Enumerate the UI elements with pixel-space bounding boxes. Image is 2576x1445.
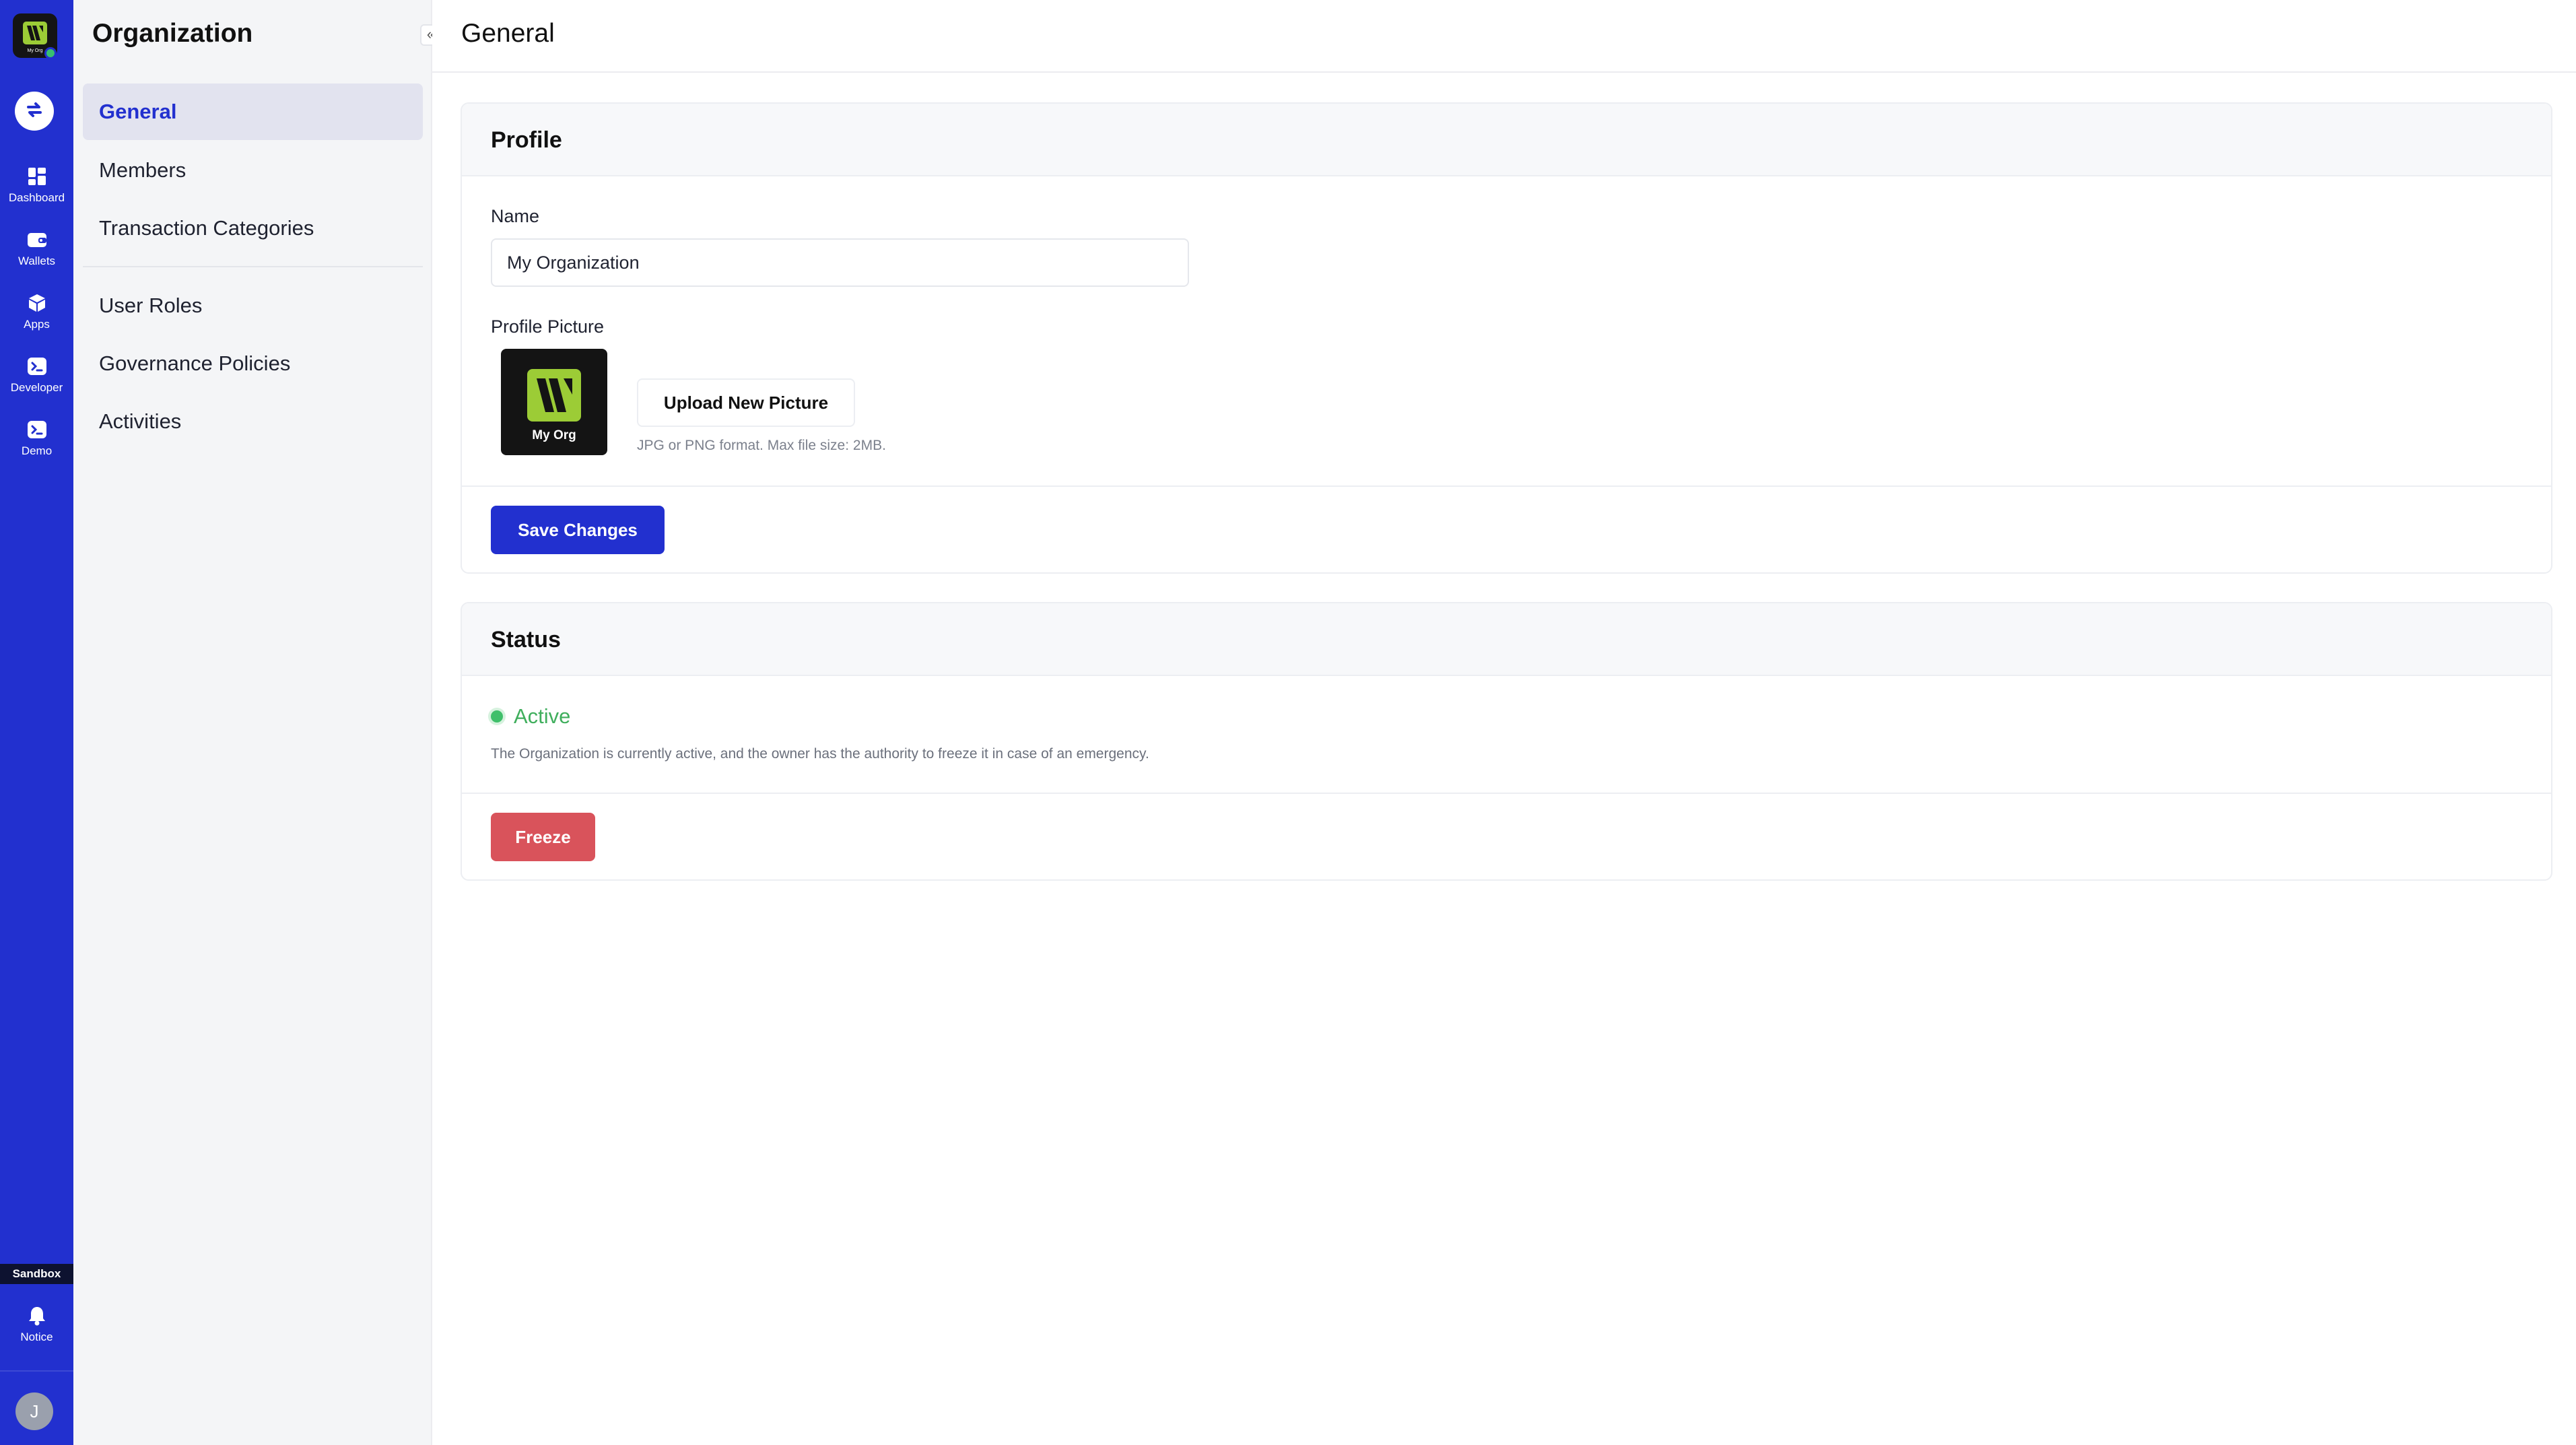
profile-picture-label: Profile Picture xyxy=(491,316,605,337)
page-title: General xyxy=(461,19,555,48)
rail-item-demo[interactable]: Demo xyxy=(0,415,73,469)
rail-divider xyxy=(0,1370,73,1372)
wallet-icon xyxy=(26,229,48,250)
profile-picture-caption: My Org xyxy=(532,428,576,442)
rail-item-wallets[interactable]: Wallets xyxy=(0,225,73,279)
online-status-dot xyxy=(44,47,57,59)
upload-hint: JPG or PNG format. Max file size: 2MB. xyxy=(637,438,886,453)
rail-item-label: Notice xyxy=(20,1331,53,1343)
nav-item-governance-policies[interactable]: Governance Policies xyxy=(83,335,423,392)
status-description: The Organization is currently active, an… xyxy=(491,746,1149,762)
cube-icon xyxy=(26,292,48,314)
profile-picture: My Org xyxy=(501,349,607,455)
name-input[interactable] xyxy=(491,238,1189,287)
nav-divider xyxy=(83,266,423,267)
save-changes-button[interactable]: Save Changes xyxy=(491,506,665,554)
avatar[interactable]: J xyxy=(15,1392,53,1430)
environment-badge: Sandbox xyxy=(0,1264,73,1284)
name-label: Name xyxy=(491,206,540,226)
rail-item-label: Wallets xyxy=(18,255,56,267)
org-logo-mark xyxy=(527,369,581,422)
rail-item-label: Developer xyxy=(10,381,63,394)
nav-title: Organization xyxy=(92,19,253,48)
status-heading: Status xyxy=(462,603,2551,676)
org-logo-mark xyxy=(23,22,47,44)
nav-item-general[interactable]: General xyxy=(83,83,423,140)
terminal-icon xyxy=(26,419,48,440)
status-card-footer: Freeze xyxy=(462,793,2551,879)
profile-card: Profile Name Profile Picture My Org Uplo… xyxy=(461,102,2552,574)
rail-item-label: Demo xyxy=(21,444,53,457)
nav-item-activities[interactable]: Activities xyxy=(83,393,423,450)
organization-nav: Organization General Members Transaction… xyxy=(73,0,432,1445)
status-card: Status Active The Organization is curren… xyxy=(461,602,2552,881)
rail-item-label: Apps xyxy=(24,318,50,331)
rail-item-notice[interactable]: Notice xyxy=(0,1301,73,1355)
freeze-button[interactable]: Freeze xyxy=(491,813,595,861)
status-value: Active xyxy=(514,704,571,728)
app-rail: My Org Dashboard Wallets Apps Developer … xyxy=(0,0,73,1445)
profile-heading: Profile xyxy=(462,104,2551,176)
swap-icon xyxy=(23,98,46,125)
page-header: General xyxy=(432,0,2576,73)
terminal-icon xyxy=(26,356,48,377)
status-dot xyxy=(491,710,503,722)
nav-item-members[interactable]: Members xyxy=(83,142,423,199)
rail-item-dashboard[interactable]: Dashboard xyxy=(0,162,73,215)
upload-picture-button[interactable]: Upload New Picture xyxy=(637,378,855,427)
rail-item-label: Dashboard xyxy=(8,191,65,204)
switch-org-button[interactable] xyxy=(15,92,54,131)
dashboard-icon xyxy=(26,166,48,187)
rail-item-apps[interactable]: Apps xyxy=(0,288,73,342)
profile-card-footer: Save Changes xyxy=(462,485,2551,572)
status-indicator: Active xyxy=(491,704,570,729)
bell-icon xyxy=(26,1305,48,1326)
rail-item-developer[interactable]: Developer xyxy=(0,351,73,405)
nav-item-transaction-categories[interactable]: Transaction Categories xyxy=(83,200,423,257)
nav-item-user-roles[interactable]: User Roles xyxy=(83,277,423,334)
